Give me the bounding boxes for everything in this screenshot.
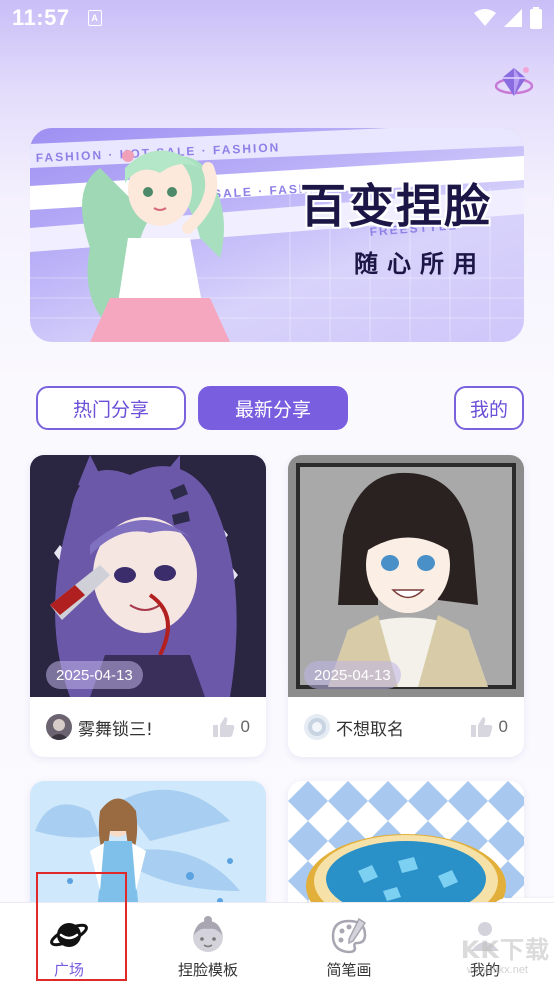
card-footer: 雾舞锁三! 0 — [30, 697, 266, 757]
nav-face-templates[interactable]: 捏脸模板 — [168, 903, 248, 984]
nav-square[interactable]: 广场 — [30, 903, 108, 984]
status-bar: 11:57 A — [0, 0, 554, 36]
banner-subtitle: 随心所用 — [354, 250, 486, 278]
face-icon — [193, 916, 223, 952]
nav-label: 简笔画 — [326, 961, 372, 979]
wifi-icon — [474, 9, 496, 26]
nav-sketch[interactable]: 简笔画 — [316, 903, 382, 984]
tab-my-shares[interactable]: 我的 — [454, 386, 524, 430]
like-button[interactable]: 0 — [470, 717, 508, 737]
card-thumbnail — [288, 781, 524, 921]
tab-hot-shares[interactable]: 热门分享 — [36, 386, 186, 430]
notification-icon: A — [87, 10, 102, 26]
banner-title: 百变捏脸 — [300, 179, 492, 233]
card-author: 雾舞锁三! — [78, 719, 153, 740]
watermark: KK下载 — [460, 936, 550, 964]
promo-banner[interactable]: FASHION · HOT SALE · FASHION E · HOT SAL… — [30, 128, 524, 342]
battery-icon — [530, 7, 542, 29]
like-count: 0 — [498, 717, 508, 736]
tab-latest-shares[interactable]: 最新分享 — [198, 386, 348, 430]
share-card[interactable] — [288, 781, 524, 921]
card-thumbnail: 2025-04-13 — [288, 455, 524, 697]
card-thumbnail — [30, 781, 266, 921]
planet-icon — [50, 923, 88, 947]
status-icons — [474, 7, 542, 29]
share-card[interactable]: 2025-04-13 不想取名 0 — [288, 455, 524, 757]
banner-character — [82, 150, 230, 342]
avatar[interactable] — [304, 714, 330, 740]
thumbs-up-icon — [470, 717, 492, 737]
crystal-ball-icon[interactable] — [494, 64, 534, 102]
signal-icon — [504, 9, 522, 27]
palette-icon — [331, 917, 367, 954]
share-card[interactable]: 2025-04-13 雾舞锁三! 0 — [30, 455, 266, 757]
card-footer: 不想取名 0 — [288, 697, 524, 757]
card-author: 不想取名 — [336, 719, 404, 740]
status-time: 11:57 — [12, 5, 70, 30]
like-button[interactable]: 0 — [212, 717, 250, 737]
nav-label: 广场 — [53, 961, 84, 979]
avatar[interactable] — [46, 714, 72, 740]
card-date-badge: 2025-04-13 — [46, 661, 143, 689]
thumbs-up-icon — [212, 717, 234, 737]
like-count: 0 — [240, 717, 250, 736]
card-date-badge: 2025-04-13 — [304, 661, 401, 689]
share-card[interactable] — [30, 781, 266, 921]
nav-label: 捏脸模板 — [177, 961, 238, 979]
watermark-url: www.kkx.net — [466, 964, 528, 976]
card-thumbnail: 2025-04-13 — [30, 455, 266, 697]
